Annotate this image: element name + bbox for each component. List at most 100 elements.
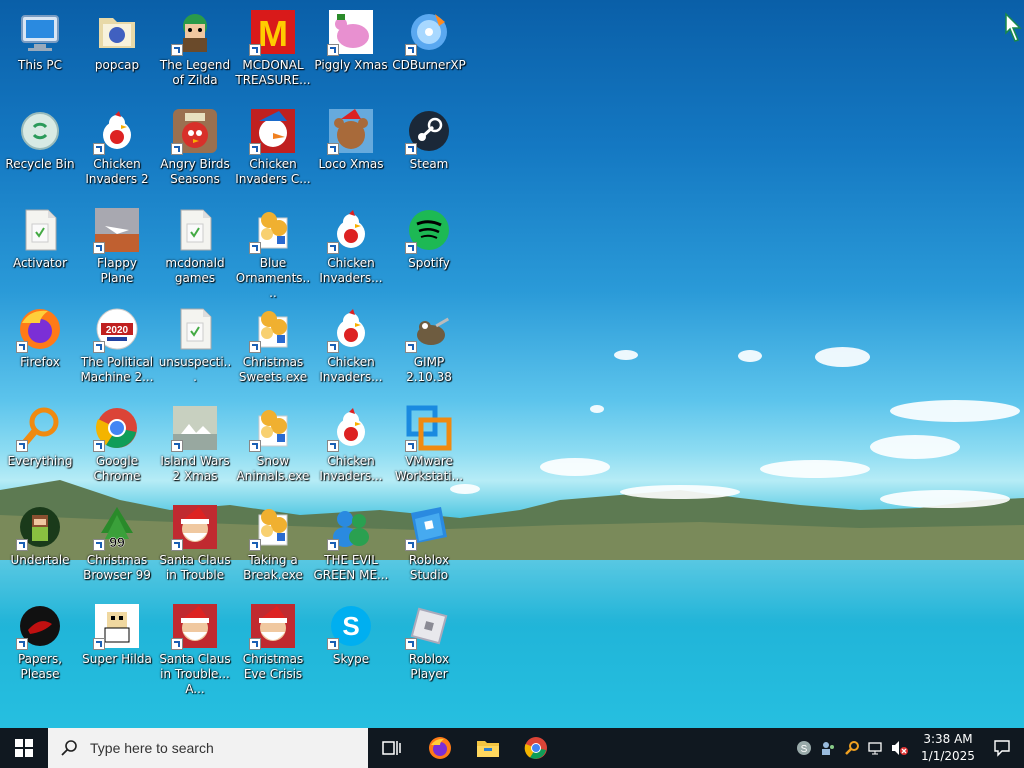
desktop-icon[interactable]: Angry Birds Seasons	[156, 101, 234, 197]
shortcut-arrow-icon	[405, 539, 417, 551]
shortcut-arrow-icon	[327, 44, 339, 56]
desktop-icon[interactable]: unsuspecti...	[156, 299, 234, 395]
shortcut-arrow-icon	[93, 143, 105, 155]
desktop-icon[interactable]: Everything	[1, 398, 79, 494]
start-button[interactable]	[0, 728, 48, 768]
desktop-icon[interactable]: Santa Claus in Trouble	[156, 497, 234, 593]
roblox-icon	[405, 602, 453, 650]
desktop-icon[interactable]: mcdonald games	[156, 200, 234, 296]
shortcut-arrow-icon	[93, 440, 105, 452]
desktop-icon[interactable]: VMware Workstati...	[390, 398, 468, 494]
desktop-icon[interactable]: popcap	[78, 2, 156, 98]
taskbar-clock[interactable]: 3:38 AM 1/1/2025	[916, 731, 980, 765]
tray-network[interactable]	[864, 728, 888, 768]
desktop-icon[interactable]: THE EVIL GREEN ME...	[312, 497, 390, 593]
search-magnifier-icon	[16, 404, 64, 452]
desktop-icon[interactable]: M MCDONAL TREASURE...	[234, 2, 312, 98]
computer-icon	[16, 8, 64, 56]
desktop-icon[interactable]: Recycle Bin	[1, 101, 79, 197]
desktop-icon[interactable]: Roblox Studio	[390, 497, 468, 593]
desktop-icon[interactable]: Firefox	[1, 299, 79, 395]
disc-icon	[405, 8, 453, 56]
cloud	[890, 400, 1020, 422]
undertale-icon	[16, 503, 64, 551]
search-input[interactable]	[88, 739, 332, 757]
pig-icon	[327, 8, 375, 56]
desktop-icon-label: Roblox Player	[408, 652, 450, 681]
shortcut-arrow-icon	[405, 638, 417, 650]
santa-icon	[171, 503, 219, 551]
desktop-icon[interactable]: Christmas Eve Crisis	[234, 596, 312, 692]
chicken-icon	[327, 404, 375, 452]
desktop-icon-label: Activator	[12, 256, 68, 270]
desktop-icon[interactable]: Island Wars 2 Xmas	[156, 398, 234, 494]
desktop-icon[interactable]: Google Chrome	[78, 398, 156, 494]
shortcut-arrow-icon	[93, 341, 105, 353]
desktop-icon[interactable]: Blue Ornaments....	[234, 200, 312, 300]
chrome-icon	[524, 737, 547, 759]
desktop-icon[interactable]: Snow Animals.exe	[234, 398, 312, 494]
tray-people[interactable]	[816, 728, 840, 768]
desktop-icon-label: unsuspecti...	[158, 355, 232, 384]
taskbar-search-box[interactable]	[48, 728, 368, 768]
desktop-icon[interactable]: Piggly Xmas	[312, 2, 390, 98]
desktop-icon[interactable]: Christmas Sweets.exe	[234, 299, 312, 395]
desktop-icon-label: Google Chrome	[93, 454, 141, 483]
spotify-icon	[405, 206, 453, 254]
taskbar-firefox[interactable]	[416, 728, 464, 768]
cloud	[614, 350, 638, 360]
shortcut-arrow-icon	[16, 440, 28, 452]
desktop[interactable]: This PC popcap The Legend of Zilda M MCDONAL…	[0, 0, 1024, 728]
desktop-icon[interactable]: Activator	[1, 200, 79, 296]
shortcut-arrow-icon	[327, 143, 339, 155]
shortcut-arrow-icon	[93, 242, 105, 254]
desktop-icon[interactable]: Super Hilda	[78, 596, 156, 692]
desktop-icon[interactable]: Steam	[390, 101, 468, 197]
taskbar-chrome[interactable]	[512, 728, 560, 768]
desktop-icon[interactable]: Loco Xmas	[312, 101, 390, 197]
desktop-icon[interactable]: GIMP 2.10.38	[390, 299, 468, 395]
tray-everything[interactable]	[840, 728, 864, 768]
desktop-icon[interactable]: Chicken Invaders C...	[234, 101, 312, 197]
desktop-icon-label: Piggly Xmas	[314, 58, 388, 72]
desktop-icon[interactable]: 2020 The Political Machine 2...	[78, 299, 156, 395]
desktop-icon-label: Papers, Please	[17, 652, 63, 681]
desktop-icon[interactable]: Papers, Please	[1, 596, 79, 692]
desktop-icon-label: Christmas Browser 99	[83, 553, 151, 582]
exe-icon	[249, 206, 297, 254]
desktop-icon[interactable]: 99 Christmas Browser 99	[78, 497, 156, 593]
desktop-icon-label: Angry Birds Seasons	[160, 157, 230, 186]
roblox-studio-icon	[405, 503, 453, 551]
desktop-icon-label: mcdonald games	[165, 256, 225, 285]
tray-volume[interactable]	[888, 728, 912, 768]
desktop-icon[interactable]: Chicken Invaders...	[312, 299, 390, 395]
taskbar-file-explorer[interactable]	[464, 728, 512, 768]
desktop-icon[interactable]: Undertale	[1, 497, 79, 593]
chrome-icon	[93, 404, 141, 452]
pixel-character-icon	[93, 602, 141, 650]
mcdonalds-logo-icon: M	[249, 8, 297, 56]
desktop-icon[interactable]: The Legend of Zilda	[156, 2, 234, 98]
cloud	[620, 485, 740, 499]
desktop-icon[interactable]: S Skype	[312, 596, 390, 692]
desktop-icon[interactable]: Taking a Break.exe	[234, 497, 312, 593]
cloud	[815, 347, 870, 367]
desktop-icon[interactable]: Santa Claus in Trouble... A...	[156, 596, 234, 696]
steam-icon	[405, 107, 453, 155]
desktop-icon[interactable]: Flappy Plane	[78, 200, 156, 296]
desktop-icon[interactable]: Chicken Invaders 2	[78, 101, 156, 197]
desktop-icon[interactable]: Roblox Player	[390, 596, 468, 692]
desktop-icon-label: This PC	[18, 58, 62, 72]
task-view-button[interactable]	[368, 728, 416, 768]
svg-text:S: S	[342, 611, 359, 641]
tray-skype[interactable]: S	[792, 728, 816, 768]
desktop-icon-label: Roblox Studio	[408, 553, 450, 582]
shortcut-arrow-icon	[171, 143, 183, 155]
desktop-icon[interactable]: Chicken Invaders...	[312, 200, 390, 296]
action-center-button[interactable]	[980, 728, 1024, 768]
desktop-icon[interactable]: CDBurnerXP	[390, 2, 468, 98]
desktop-icon[interactable]: Chicken Invaders...	[312, 398, 390, 494]
desktop-icon[interactable]: Spotify	[390, 200, 468, 296]
shortcut-arrow-icon	[171, 638, 183, 650]
desktop-icon[interactable]: This PC	[1, 2, 79, 98]
